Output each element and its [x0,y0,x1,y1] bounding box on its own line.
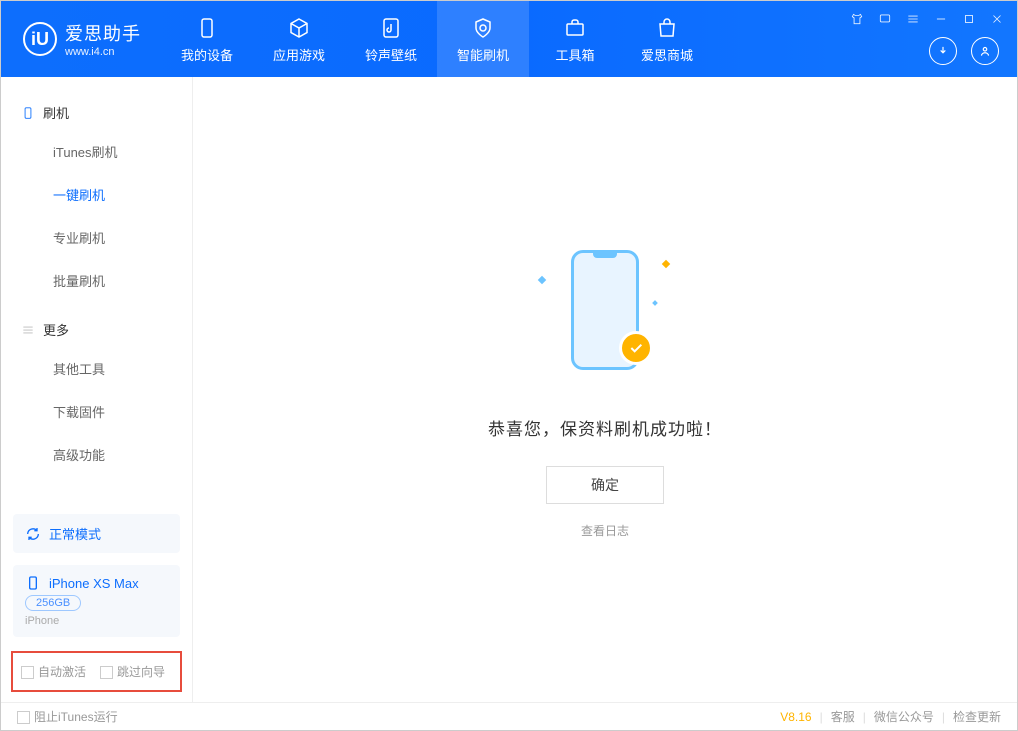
nav-group-flash: 刷机 [1,85,192,130]
support-link[interactable]: 客服 [831,708,855,725]
device-name: iPhone XS Max [49,576,139,591]
check-update-link[interactable]: 检查更新 [953,708,1001,725]
phone-icon [194,15,220,41]
list-icon [21,323,35,337]
user-icon[interactable] [971,37,999,65]
view-log-link[interactable]: 查看日志 [581,522,629,539]
checkbox-label: 跳过向导 [117,665,165,679]
tab-label: 应用游戏 [273,45,325,64]
close-icon[interactable] [989,11,1005,27]
refresh-shield-icon [470,15,496,41]
nav-pro-flash[interactable]: 专业刷机 [1,216,192,259]
tab-store[interactable]: 爱思商城 [621,1,713,77]
titlebar: iU 爱思助手 www.i4.cn 我的设备 应用游戏 铃声壁纸 智能刷机 工具… [1,1,1017,77]
checkbox-label: 阻止iTunes运行 [34,710,118,724]
nav-oneclick-flash[interactable]: 一键刷机 [1,173,192,216]
nav-group-more: 更多 [1,302,192,347]
tab-my-device[interactable]: 我的设备 [161,1,253,77]
top-tabs: 我的设备 应用游戏 铃声壁纸 智能刷机 工具箱 爱思商城 [161,1,713,77]
tab-toolbox[interactable]: 工具箱 [529,1,621,77]
shirt-icon[interactable] [849,11,865,27]
wechat-link[interactable]: 微信公众号 [874,708,934,725]
app-url: www.i4.cn [65,46,141,58]
tab-ringtones[interactable]: 铃声壁纸 [345,1,437,77]
version-label: V8.16 [780,710,811,724]
header-right-actions [929,37,999,65]
music-file-icon [378,15,404,41]
auto-activate-checkbox[interactable]: 自动激活 [21,663,86,680]
cube-icon [286,15,312,41]
tab-label: 爱思商城 [641,45,693,64]
skip-wizard-checkbox[interactable]: 跳过向导 [100,663,165,680]
block-itunes-checkbox[interactable]: 阻止iTunes运行 [17,708,118,725]
ok-button[interactable]: 确定 [546,466,664,504]
bag-icon [654,15,680,41]
app-name: 爱思助手 [65,20,141,46]
nav-itunes-flash[interactable]: iTunes刷机 [1,130,192,173]
nav-advanced[interactable]: 高级功能 [1,433,192,476]
phone-small-icon [25,575,41,591]
main-content: 恭喜您，保资料刷机成功啦！ 确定 查看日志 [193,77,1017,702]
minimize-icon[interactable] [933,11,949,27]
tab-label: 铃声壁纸 [365,45,417,64]
device-type: iPhone [25,615,168,627]
tab-apps[interactable]: 应用游戏 [253,1,345,77]
check-badge-icon [619,331,653,365]
tab-label: 我的设备 [181,45,233,64]
app-logo: iU 爱思助手 www.i4.cn [1,20,161,58]
tab-smart-flash[interactable]: 智能刷机 [437,1,529,77]
tab-label: 工具箱 [555,45,594,64]
nav-group-label: 更多 [43,320,69,339]
sidebar-nav: 刷机 iTunes刷机 一键刷机 专业刷机 批量刷机 更多 其他工具 下载固件 … [1,77,192,508]
mode-label: 正常模式 [49,524,101,543]
sync-icon [25,526,41,542]
phone-outline-icon [21,106,35,120]
nav-group-label: 刷机 [43,103,69,122]
tab-label: 智能刷机 [457,45,509,64]
options-highlight-box: 自动激活 跳过向导 [11,651,182,692]
sidebar: 刷机 iTunes刷机 一键刷机 专业刷机 批量刷机 更多 其他工具 下载固件 … [1,77,193,702]
success-message: 恭喜您，保资料刷机成功啦！ [488,415,722,440]
nav-other-tools[interactable]: 其他工具 [1,347,192,390]
feedback-icon[interactable] [877,11,893,27]
nav-batch-flash[interactable]: 批量刷机 [1,259,192,302]
success-illustration [545,241,665,391]
maximize-icon[interactable] [961,11,977,27]
nav-download-firmware[interactable]: 下载固件 [1,390,192,433]
menu-icon[interactable] [905,11,921,27]
logo-icon: iU [23,22,57,56]
window-controls [849,11,1005,27]
device-storage: 256GB [25,595,81,611]
checkbox-label: 自动激活 [38,665,86,679]
device-mode-card[interactable]: 正常模式 [13,514,180,553]
device-card[interactable]: iPhone XS Max 256GB iPhone [13,565,180,637]
status-bar: 阻止iTunes运行 V8.16 | 客服 | 微信公众号 | 检查更新 [1,702,1017,730]
download-icon[interactable] [929,37,957,65]
briefcase-icon [562,15,588,41]
